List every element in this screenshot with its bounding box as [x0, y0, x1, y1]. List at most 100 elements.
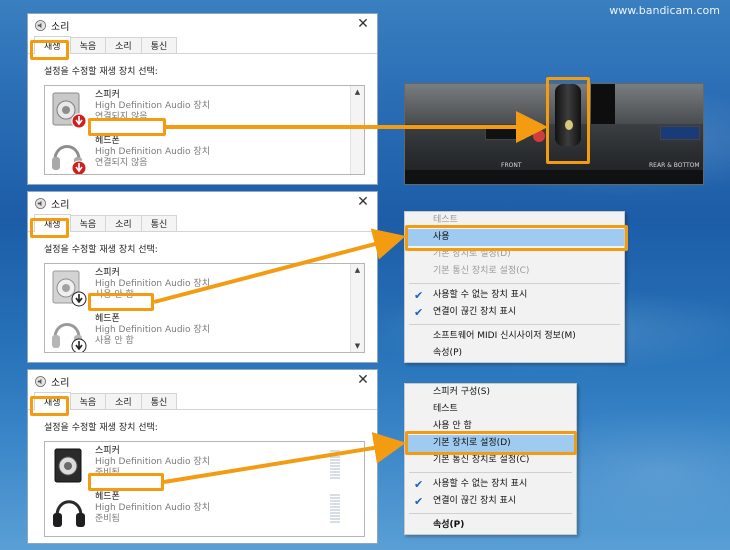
- status-highlight: [88, 118, 166, 136]
- usb-port: [485, 126, 525, 140]
- device-driver: High Definition Audio 장치: [95, 503, 210, 513]
- volume-meter-speaker: [330, 450, 340, 480]
- device-driver: High Definition Audio 장치: [95, 101, 210, 111]
- menu-item-show-disabled[interactable]: ✔ 사용할 수 없는 장치 표시: [405, 287, 624, 304]
- device-row-headphones[interactable]: 헤드폰 High Definition Audio 장치 연결되지 않음: [45, 132, 364, 174]
- device-driver: High Definition Audio 장치: [95, 279, 210, 289]
- menu-item-midi-info[interactable]: 소프트웨어 MIDI 신시사이저 정보(M): [405, 328, 624, 345]
- status-highlight: [88, 293, 154, 311]
- tab-highlight: [30, 218, 69, 238]
- context-menu-ready-device: 스피커 구성(S) 테스트 사용 안 함 기본 장치로 설정(D) 기본 통신 …: [404, 383, 577, 535]
- instruction-text: 설정을 수정할 재생 장치 선택:: [44, 245, 158, 255]
- dialog-title: 소리: [51, 199, 70, 211]
- sound-dialog-disconnected: 소리 ✕ 재생 녹음 소리 통신 설정을 수정할 재생 장치 선택: 스피커 H…: [27, 13, 378, 185]
- device-driver: High Definition Audio 장치: [95, 457, 210, 467]
- menu-item-label: 사용할 수 없는 장치 표시: [433, 479, 528, 489]
- dialog-title: 소리: [51, 377, 70, 389]
- scroll-up-icon[interactable]: ▲: [351, 264, 364, 276]
- close-icon[interactable]: ✕: [355, 194, 371, 210]
- sound-icon: [35, 19, 46, 31]
- device-name: 스피커: [95, 446, 120, 456]
- headphones-icon: [52, 145, 87, 174]
- menu-item-show-disabled[interactable]: ✔ 사용할 수 없는 장치 표시: [405, 476, 576, 493]
- scrollbar[interactable]: ▲: [350, 86, 364, 174]
- device-status: 준비됨: [95, 514, 120, 524]
- menu-item-test[interactable]: 테스트: [405, 401, 576, 418]
- status-highlight: [88, 473, 164, 491]
- mic-jack: [533, 130, 545, 142]
- playback-panel: 설정을 수정할 재생 장치 선택: 스피커 High Definition Au…: [28, 410, 377, 543]
- tab-highlight: [30, 40, 69, 60]
- tab-communications[interactable]: 통신: [140, 393, 178, 409]
- title-bar: 소리 ✕: [28, 14, 377, 36]
- menu-item-speaker-config[interactable]: 스피커 구성(S): [405, 384, 576, 401]
- menu-item-properties[interactable]: 속성(P): [405, 345, 624, 362]
- device-driver: High Definition Audio 장치: [95, 147, 210, 157]
- sound-icon: [35, 197, 46, 209]
- sound-dialog-disabled: 소리 ✕ 재생 녹음 소리 통신 설정을 수정할 재생 장치 선택: 스피커 H…: [27, 191, 378, 363]
- title-bar: 소리 ✕: [28, 192, 377, 214]
- menu-item-show-disconnected[interactable]: ✔ 연결이 끊긴 장치 표시: [405, 304, 624, 321]
- speaker-icon: [54, 448, 82, 483]
- watermark: www.bandicam.com: [609, 4, 720, 17]
- tab-bar: 재생 녹음 소리 통신: [28, 36, 377, 54]
- checkmark-icon: ✔: [414, 478, 424, 491]
- menu-separator: [409, 324, 620, 325]
- disabled-badge-icon: [71, 338, 87, 352]
- sound-icon: [35, 375, 46, 387]
- device-driver: High Definition Audio 장치: [95, 325, 210, 335]
- device-name: 헤드폰: [95, 136, 120, 146]
- tab-sounds[interactable]: 소리: [105, 393, 142, 409]
- scroll-down-icon[interactable]: ▼: [351, 340, 364, 352]
- checkmark-icon: ✔: [414, 495, 424, 508]
- tab-sounds[interactable]: 소리: [105, 37, 142, 53]
- headphones-icon: [53, 500, 85, 527]
- device-name: 스피커: [95, 268, 120, 278]
- tab-bar: 재생 녹음 소리 통신: [28, 214, 377, 232]
- scrollbar[interactable]: ▲ ▼: [350, 264, 364, 352]
- tab-bar: 재생 녹음 소리 통신: [28, 392, 377, 410]
- sound-dialog-ready: 소리 ✕ 재생 녹음 소리 통신 설정을 수정할 재생 장치 선택: 스피커 H…: [27, 369, 378, 544]
- photo-label-rear: REAR & BOTTOM: [649, 162, 700, 169]
- title-bar: 소리 ✕: [28, 370, 377, 392]
- cable-plug: [591, 84, 615, 124]
- tab-communications[interactable]: 통신: [140, 215, 178, 231]
- device-row-headphones[interactable]: 헤드폰 High Definition Audio 장치 사용 안 함: [45, 310, 364, 352]
- close-icon[interactable]: ✕: [355, 372, 371, 388]
- disconnected-badge-icon: [71, 113, 87, 129]
- menu-item-properties[interactable]: 속성(P): [405, 517, 576, 534]
- tab-communications[interactable]: 통신: [140, 37, 178, 53]
- menu-separator: [409, 472, 572, 473]
- tab-recording[interactable]: 녹음: [69, 37, 107, 53]
- device-name: 헤드폰: [95, 314, 120, 324]
- tab-recording[interactable]: 녹음: [69, 215, 107, 231]
- usb3-port: [660, 126, 700, 140]
- device-status: 사용 안 함: [95, 336, 134, 346]
- enable-highlight: [405, 225, 628, 251]
- disabled-badge-icon: [71, 291, 87, 307]
- tab-highlight: [30, 396, 69, 416]
- device-status: 연결되지 않음: [95, 158, 148, 168]
- instruction-text: 설정을 수정할 재생 장치 선택:: [44, 423, 158, 433]
- menu-item-label: 연결이 끊긴 장치 표시: [433, 307, 517, 317]
- checkmark-icon: ✔: [414, 289, 424, 302]
- playback-panel: 설정을 수정할 재생 장치 선택: 스피커 High Definition Au…: [28, 54, 377, 183]
- close-icon[interactable]: ✕: [355, 16, 371, 32]
- menu-item-label: 사용할 수 없는 장치 표시: [433, 290, 528, 300]
- device-name: 스피커: [95, 90, 120, 100]
- jack-highlight: [546, 77, 590, 164]
- tab-sounds[interactable]: 소리: [105, 215, 142, 231]
- device-name: 헤드폰: [95, 492, 120, 502]
- case-bottom: [405, 170, 703, 184]
- device-row-headphones[interactable]: 헤드폰 High Definition Audio 장치 준비됨: [45, 488, 364, 534]
- photo-label-front: FRONT: [501, 162, 522, 169]
- menu-item-show-disconnected[interactable]: ✔ 연결이 끊긴 장치 표시: [405, 493, 576, 510]
- set-default-highlight: [405, 431, 577, 455]
- speaker-icon: [52, 270, 87, 307]
- speaker-icon: [52, 92, 87, 129]
- tab-recording[interactable]: 녹음: [69, 393, 107, 409]
- scroll-up-icon[interactable]: ▲: [351, 86, 364, 98]
- menu-item-label: 연결이 끊긴 장치 표시: [433, 496, 517, 506]
- instruction-text: 설정을 수정할 재생 장치 선택:: [44, 67, 158, 77]
- disconnected-badge-icon: [71, 160, 87, 174]
